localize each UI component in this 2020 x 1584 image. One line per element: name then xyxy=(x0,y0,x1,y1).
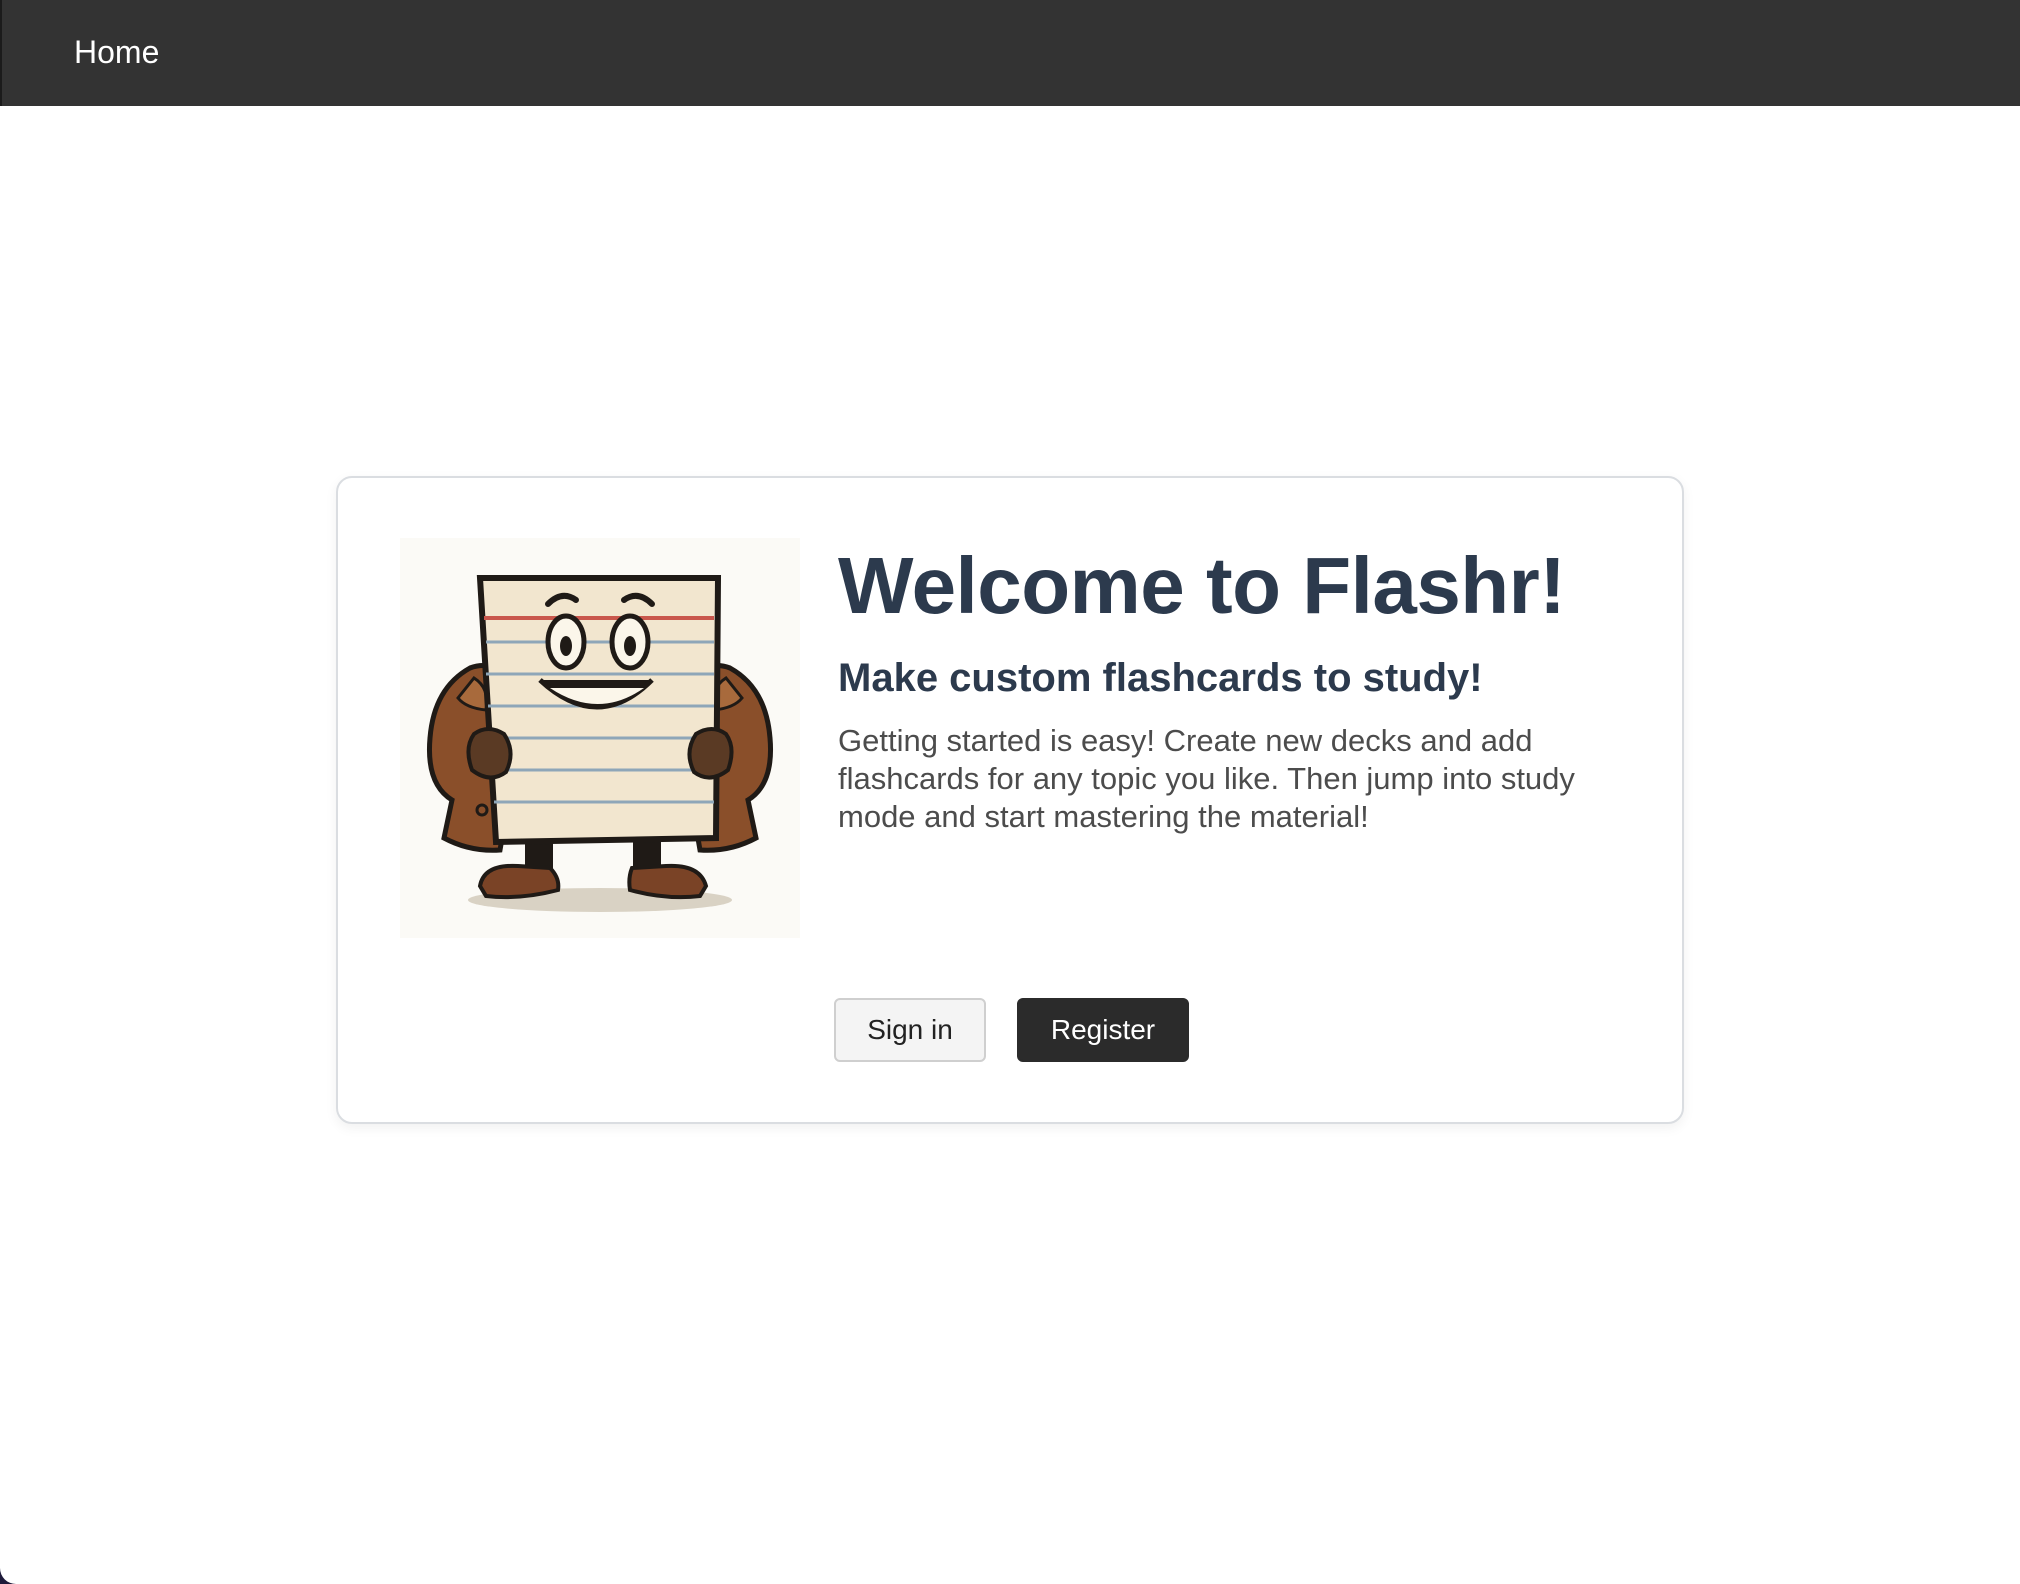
sign-in-button[interactable]: Sign in xyxy=(834,998,986,1062)
page-title: Welcome to Flashr! xyxy=(838,541,1566,630)
top-navbar: Home xyxy=(0,0,2020,106)
register-button[interactable]: Register xyxy=(1017,998,1189,1062)
welcome-card: Welcome to Flashr! Make custom flashcard… xyxy=(336,476,1684,1124)
page-subtitle: Make custom flashcards to study! xyxy=(838,656,1483,700)
home-link[interactable]: Home xyxy=(74,30,159,74)
intro-description: Getting started is easy! Create new deck… xyxy=(838,723,1575,834)
flashcard-mascot-icon xyxy=(400,538,800,938)
